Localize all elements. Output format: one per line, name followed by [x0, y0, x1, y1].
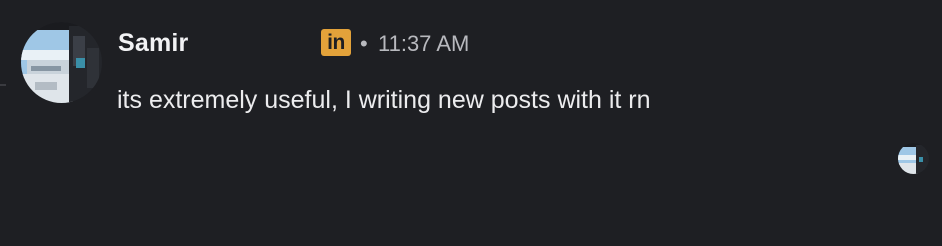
read-receipt-photo: [898, 143, 929, 174]
meta-separator: •: [360, 31, 368, 56]
sender-avatar[interactable]: [21, 22, 102, 103]
chat-message: Samir in • 11:37 AM its extremely useful…: [0, 0, 942, 246]
read-receipt-avatar: [898, 143, 929, 174]
avatar-photo: [21, 22, 102, 103]
message-body: its extremely useful, I writing new post…: [117, 86, 651, 114]
message-timestamp: 11:37 AM: [378, 31, 470, 56]
sender-name[interactable]: Samir: [118, 29, 188, 58]
linkedin-icon[interactable]: in: [321, 29, 351, 56]
